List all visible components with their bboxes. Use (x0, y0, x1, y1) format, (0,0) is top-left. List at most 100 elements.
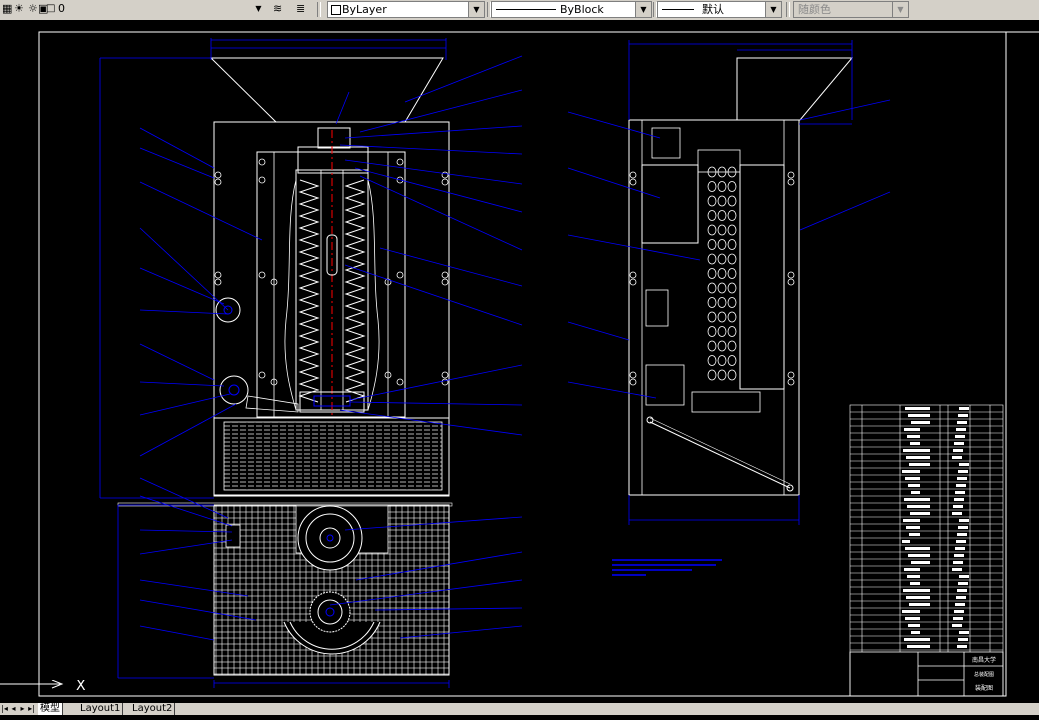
lineweight-value: 默认 (702, 3, 724, 16)
parts-row-text (959, 519, 969, 522)
parts-row-text (959, 631, 969, 634)
screw-disc (717, 369, 727, 381)
screw-disc (717, 311, 727, 323)
parts-row-text (952, 568, 962, 571)
ucs-x-label: X (76, 680, 86, 694)
layer-manager-icon[interactable]: ▦ (2, 2, 12, 16)
parts-row-text (959, 407, 969, 410)
toolbar-separator (317, 2, 321, 17)
parts-row-text (955, 547, 965, 550)
title-sub: 装配图 (975, 684, 993, 692)
screw-disc (707, 239, 717, 250)
parts-row-text (958, 414, 968, 417)
tab-layout2[interactable]: Layout2 (130, 703, 176, 715)
tab-next-icon[interactable]: ▸ (18, 703, 27, 715)
parts-row-text (952, 624, 962, 627)
parts-row-text (954, 610, 964, 613)
parts-row-text (956, 428, 966, 431)
sun-icon[interactable]: ☼ (28, 2, 38, 16)
plotstyle-value: 随颜色 (798, 3, 831, 16)
parts-row-text (911, 421, 930, 424)
screw-disc (727, 369, 737, 381)
parts-row-text (906, 596, 930, 599)
lineweight-dropdown[interactable]: 默认 ▼ (657, 1, 782, 18)
parts-row-text (908, 414, 930, 417)
screw-disc (707, 282, 717, 294)
chevron-down-icon[interactable]: ▼ (251, 1, 266, 16)
tab-last-icon[interactable]: ▸| (27, 703, 36, 715)
linetype-dropdown[interactable]: ByBlock ▼ (491, 1, 652, 18)
properties-toolbar: ▦ ☀ ☼ ▣ □ 0 ▼ ≋ ≣ ByLayer ▼ ByBlock ▼ 默认… (0, 0, 1039, 21)
bolts (214, 158, 449, 386)
screw-disc (717, 282, 727, 294)
parts-row-text (907, 435, 920, 438)
layer-dropdown[interactable]: 0 ▼ (54, 1, 266, 18)
parts-row-text (911, 631, 920, 634)
screw-disc (707, 311, 717, 323)
parts-row-text (955, 603, 965, 606)
parts-row-text (905, 617, 920, 620)
chevron-down-icon[interactable]: ▼ (468, 2, 484, 17)
layer-previous-icon[interactable]: ≣ (296, 2, 305, 16)
parts-row-text (907, 505, 930, 508)
parts-row-text (906, 456, 930, 459)
title-drawing: 总装配图 (974, 671, 994, 678)
parts-row-text (904, 638, 930, 641)
screw-disc (707, 253, 717, 265)
lightbulb-icon[interactable]: ☀ (14, 2, 24, 16)
chevron-down-icon[interactable]: ▼ (765, 2, 781, 17)
cad-drawing: 南昌大学 总装配图 装配图 (38, 31, 1039, 697)
parts-row-text (953, 449, 963, 452)
parts-row-text (952, 512, 962, 515)
screw-disc (717, 224, 727, 236)
screw-disc (717, 268, 727, 279)
tab-first-icon[interactable]: |◂ (0, 703, 9, 715)
front-view (117, 57, 453, 676)
parts-row-text (910, 512, 930, 515)
parts-row-text (957, 589, 967, 592)
chevron-down-icon[interactable]: ▼ (635, 2, 651, 17)
linetype-value: ByBlock (560, 3, 604, 16)
screw-disc (727, 195, 737, 207)
screw-disc (727, 210, 737, 221)
tab-layout1[interactable]: Layout1 (78, 703, 124, 715)
feed-unit (297, 146, 369, 174)
parts-row-text (955, 491, 965, 494)
parts-row-text (953, 561, 963, 564)
layer-state-icon[interactable]: ≋ (273, 2, 282, 16)
screw-disc (707, 268, 717, 279)
parts-row-text (956, 540, 966, 543)
parts-row-text (957, 477, 967, 480)
tab-prev-icon[interactable]: ◂ (9, 703, 18, 715)
screw-disc (717, 355, 727, 366)
parts-row-text (953, 505, 963, 508)
tab-model[interactable]: 模型 (38, 703, 63, 715)
parts-row-text (952, 456, 962, 459)
screw-disc (707, 355, 717, 366)
parts-row-text (904, 498, 930, 501)
screw-disc (717, 210, 727, 221)
small-gear (309, 591, 351, 633)
parts-row-text (903, 449, 930, 452)
technical-notes (612, 559, 722, 576)
parts-row-text (902, 610, 920, 613)
drawing-canvas[interactable]: 南昌大学 总装配图 装配图 X (0, 20, 1039, 703)
color-dropdown[interactable]: ByLayer ▼ (327, 1, 485, 18)
screw-disc (727, 311, 737, 323)
screw-disc (707, 224, 717, 236)
screw-disc (707, 326, 717, 337)
parts-row-text (910, 582, 920, 585)
parts-row-text (909, 463, 930, 466)
screw-disc (727, 239, 737, 250)
screw-disc (717, 239, 727, 250)
chevron-down-icon: ▼ (892, 2, 908, 17)
layout-tabs-bar: |◂ ◂ ▸ ▸| 模型 Layout1 Layout2 (0, 703, 1039, 715)
toolbar-separator (786, 2, 790, 17)
title-school: 南昌大学 (972, 656, 996, 664)
screw-disc (707, 340, 717, 352)
parts-row-text (953, 617, 963, 620)
screw-disc (727, 268, 737, 279)
screw-disc (727, 224, 737, 236)
line-sample (662, 9, 694, 10)
parts-row-text (903, 519, 920, 522)
